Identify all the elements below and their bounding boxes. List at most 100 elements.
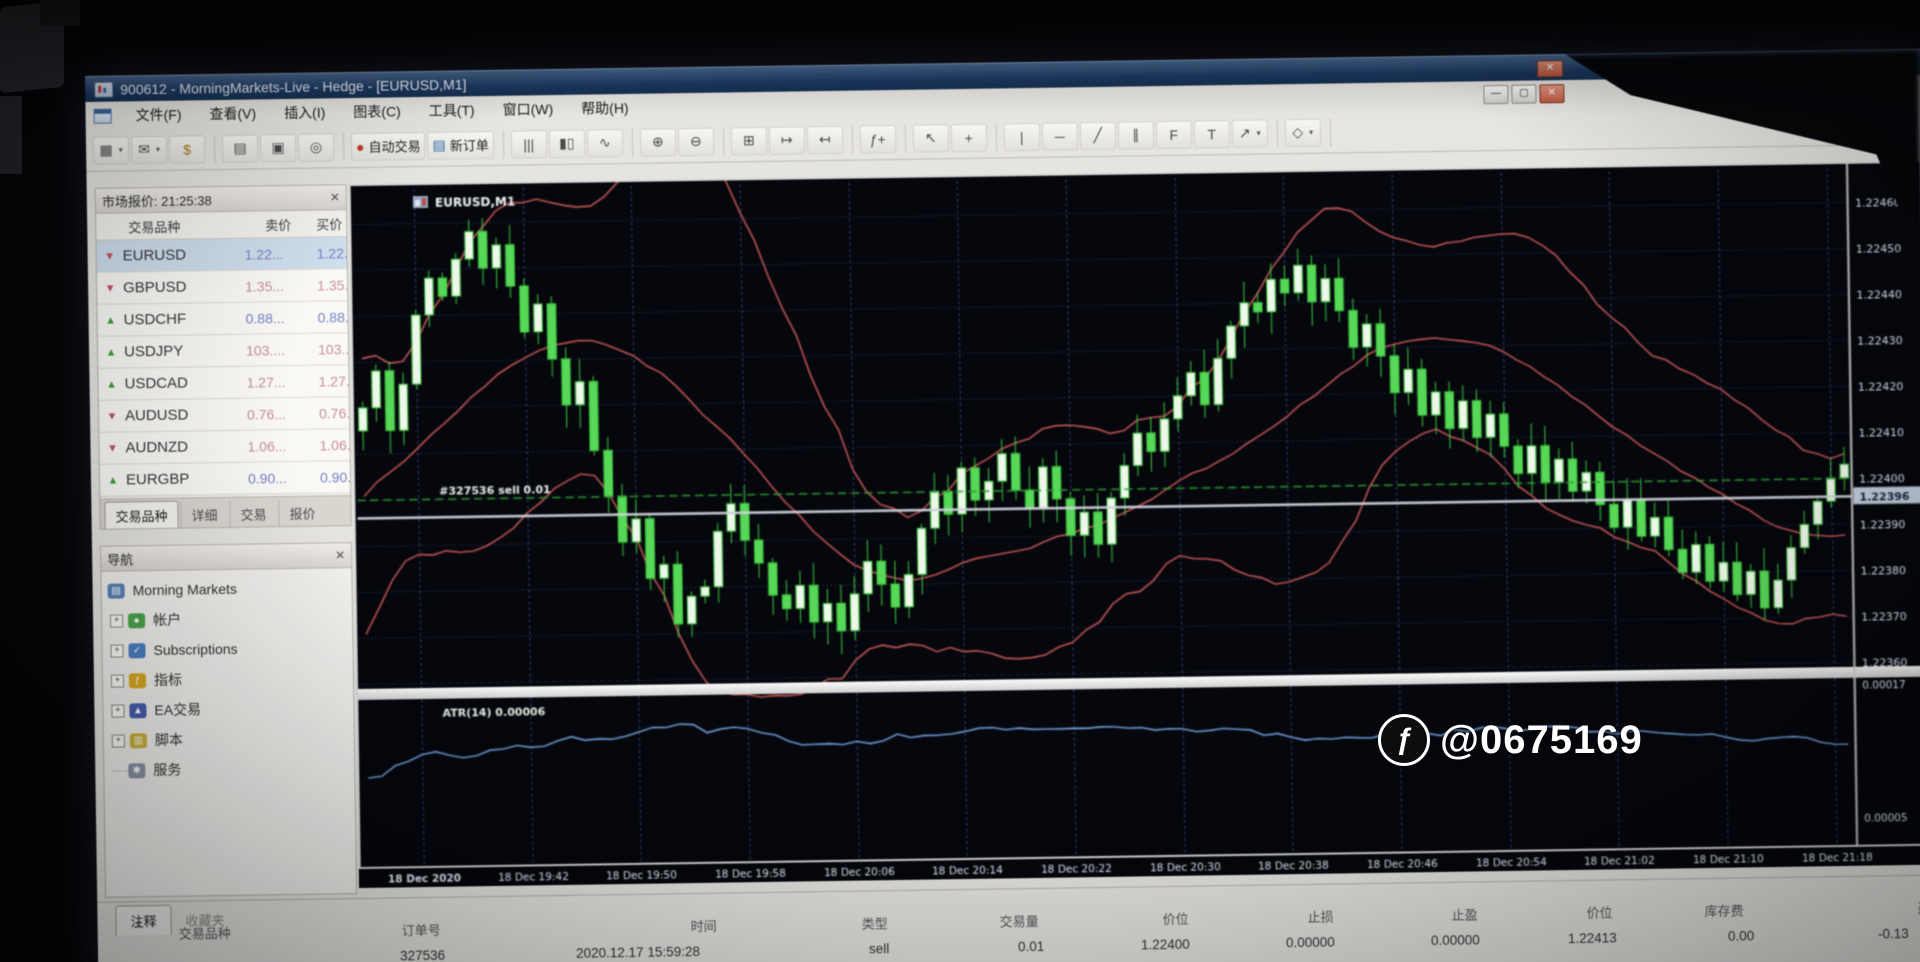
market-watch-tab-0[interactable]: 交易品种 [104, 500, 179, 530]
new-order-label: 新订单 [449, 138, 489, 154]
navigator-item-0[interactable]: ▤ Morning Markets [101, 572, 351, 606]
data-window-icon[interactable]: ▤ [221, 133, 259, 163]
ask-price: 0.90... [319, 468, 351, 486]
ask-price: 1.06... [319, 436, 350, 454]
menu-item-4[interactable]: 工具(T) [415, 96, 489, 125]
vertical-line-icon[interactable]: | [1003, 122, 1040, 151]
menu-item-5[interactable]: 窗口(W) [488, 95, 567, 124]
subscriptions-icon: ✓ [128, 642, 146, 658]
down-arrow-icon: ▼ [104, 282, 116, 295]
navigator-item-3[interactable]: + ƒ 指标 [103, 662, 353, 696]
menu-item-0[interactable]: 文件(F) [121, 100, 195, 129]
close-icon[interactable]: ✕ [330, 190, 340, 204]
expand-icon[interactable]: + [110, 643, 124, 658]
expand-icon[interactable]: + [111, 733, 125, 748]
toolbar-group: ◇ ▾ [1283, 118, 1331, 147]
navigator-item-1[interactable]: + ● 帐户 [102, 602, 352, 636]
market-watch-tab-1[interactable]: 详细 [180, 500, 228, 529]
navigator-item-4[interactable]: + ▲ EA交易 [103, 692, 353, 726]
menu-item-3[interactable]: 图表(C) [339, 97, 415, 126]
close-icon[interactable]: ✕ [134, 918, 144, 932]
services-icon: ✱ [128, 762, 146, 778]
strategy-tester-icon[interactable]: ◎ [297, 132, 335, 162]
menu-item-1[interactable]: 查看(V) [195, 99, 270, 128]
profiles-icon[interactable]: ✉ ▾ [130, 135, 168, 164]
crosshair-icon[interactable]: + [950, 123, 987, 152]
autotrading-icon: ● [355, 138, 365, 155]
symbol-row-usdjpy[interactable]: ▲ USDJPY 103.... 103.... [97, 333, 349, 369]
search-icon[interactable] [1779, 110, 1795, 126]
symbol-row-eurgbp[interactable]: ▲ EURGBP 0.90... 0.90... [99, 461, 351, 497]
price-chart-canvas[interactable] [348, 160, 1920, 889]
expert-advisors-icon: ▲ [129, 702, 147, 718]
new-order-button[interactable]: ▤ 新订单 [427, 130, 495, 160]
chart-window[interactable] [348, 160, 1920, 889]
horizontal-line-icon[interactable]: ─ [1041, 121, 1078, 151]
chart-shift-icon[interactable]: ↤ [806, 125, 843, 154]
market-watch-tab-2[interactable]: 交易 [229, 500, 277, 528]
line-chart-mode-icon[interactable]: ∿ [586, 128, 623, 158]
profiles-icon: ✉ [138, 141, 151, 158]
order-take-profit: 0.00000 [1430, 932, 1480, 949]
navigator-toggle-icon[interactable]: ▣ [259, 133, 297, 162]
text-label-icon[interactable]: T [1193, 119, 1230, 149]
close-icon[interactable]: ✕ [335, 548, 345, 562]
zoom-in-icon[interactable]: ⊕ [639, 127, 676, 157]
chat-icon[interactable] [1808, 110, 1827, 125]
symbol-row-audnzd[interactable]: ▼ AUDNZD 1.06... 1.06... [99, 429, 350, 465]
up-arrow-icon: ▲ [107, 474, 119, 487]
cursor-icon[interactable]: ↖ [912, 123, 949, 153]
restore-button[interactable]: ▢ [1511, 84, 1537, 104]
zoom-in-icon: ⊕ [651, 133, 664, 150]
equidistant-channel-icon: ∥ [1132, 126, 1140, 143]
expand-icon[interactable]: + [111, 703, 125, 718]
close-button[interactable]: ✕ [1536, 60, 1564, 78]
toolbar-group: ƒ+ [858, 124, 906, 154]
auto-scroll-icon[interactable]: ↦ [768, 125, 805, 155]
zoom-out-icon[interactable]: ⊖ [677, 127, 714, 156]
bid-price: 1.22... [244, 245, 284, 263]
tile-windows-icon: ⊞ [742, 132, 755, 149]
close-chart-button[interactable]: ✕ [1539, 84, 1565, 104]
tile-windows-icon[interactable]: ⊞ [730, 126, 767, 155]
market-watch-tab-3[interactable]: 报价 [278, 499, 326, 528]
order-open-price: 1.22400 [1140, 936, 1190, 953]
new-chart-icon[interactable]: ▦ ▾ [92, 135, 130, 165]
chart-shift-icon: ↤ [818, 130, 831, 148]
navigator-item-2[interactable]: + ✓ Subscriptions [102, 632, 352, 666]
navigator-item-label: 服务 [153, 761, 182, 779]
indicators-icon[interactable]: ƒ+ [859, 124, 896, 154]
expand-icon[interactable]: + [109, 613, 124, 628]
horizontal-line-icon: ─ [1054, 127, 1065, 145]
equidistant-channel-icon[interactable]: ∥ [1117, 120, 1154, 150]
symbol-row-gbpusd[interactable]: ▼ GBPUSD 1.35... 1.35... [96, 269, 348, 305]
navigator-item-label: Morning Markets [132, 580, 238, 599]
autotrading-button[interactable]: ● 自动交易 [350, 131, 426, 161]
symbol-row-audusd[interactable]: ▼ AUDUSD 0.76... 0.76... [98, 397, 350, 433]
shapes-icon[interactable]: ◇ ▾ [1284, 118, 1321, 147]
symbol-row-usdchf[interactable]: ▲ USDCHF 0.88... 0.88... [97, 301, 348, 337]
expand-icon[interactable]: + [110, 673, 125, 688]
symbol-row-usdcad[interactable]: ▲ USDCAD 1.27... 1.27... [98, 365, 349, 401]
market-watch-toggle-icon[interactable]: $ [168, 134, 206, 164]
arrows-icon[interactable]: ↗ ▾ [1231, 118, 1268, 148]
down-arrow-icon: ▼ [106, 410, 118, 423]
menu-item-2[interactable]: 插入(I) [270, 98, 340, 127]
navigator-item-5[interactable]: + ▥ 脚本 [104, 722, 354, 756]
ask-price: 1.27... [318, 372, 349, 390]
data-window-icon: ▤ [233, 139, 247, 156]
navigator-item-label: 帐户 [152, 611, 182, 629]
minimize-button[interactable]: — [1483, 84, 1509, 105]
bar-chart-mode-icon[interactable]: ||| [510, 129, 547, 159]
trendline-icon: ╱ [1093, 126, 1103, 144]
symbol-name: AUDNZD [125, 438, 189, 457]
menu-item-6[interactable]: 帮助(H) [567, 94, 643, 123]
candle-chart-mode-icon[interactable]: ▮▯ [548, 129, 585, 158]
fibonacci-icon[interactable]: F [1155, 120, 1192, 149]
account-server-icon: ▤ [107, 582, 125, 599]
symbol-name: USDCAD [124, 374, 189, 393]
navigator-item-6[interactable]: ✱ 服务 [104, 752, 354, 786]
terminal-column-0: 交易品种 [178, 925, 231, 942]
symbol-row-eurusd[interactable]: ▼ EURUSD 1.22... 1.22... [96, 237, 347, 273]
trendline-icon[interactable]: ╱ [1079, 121, 1116, 150]
